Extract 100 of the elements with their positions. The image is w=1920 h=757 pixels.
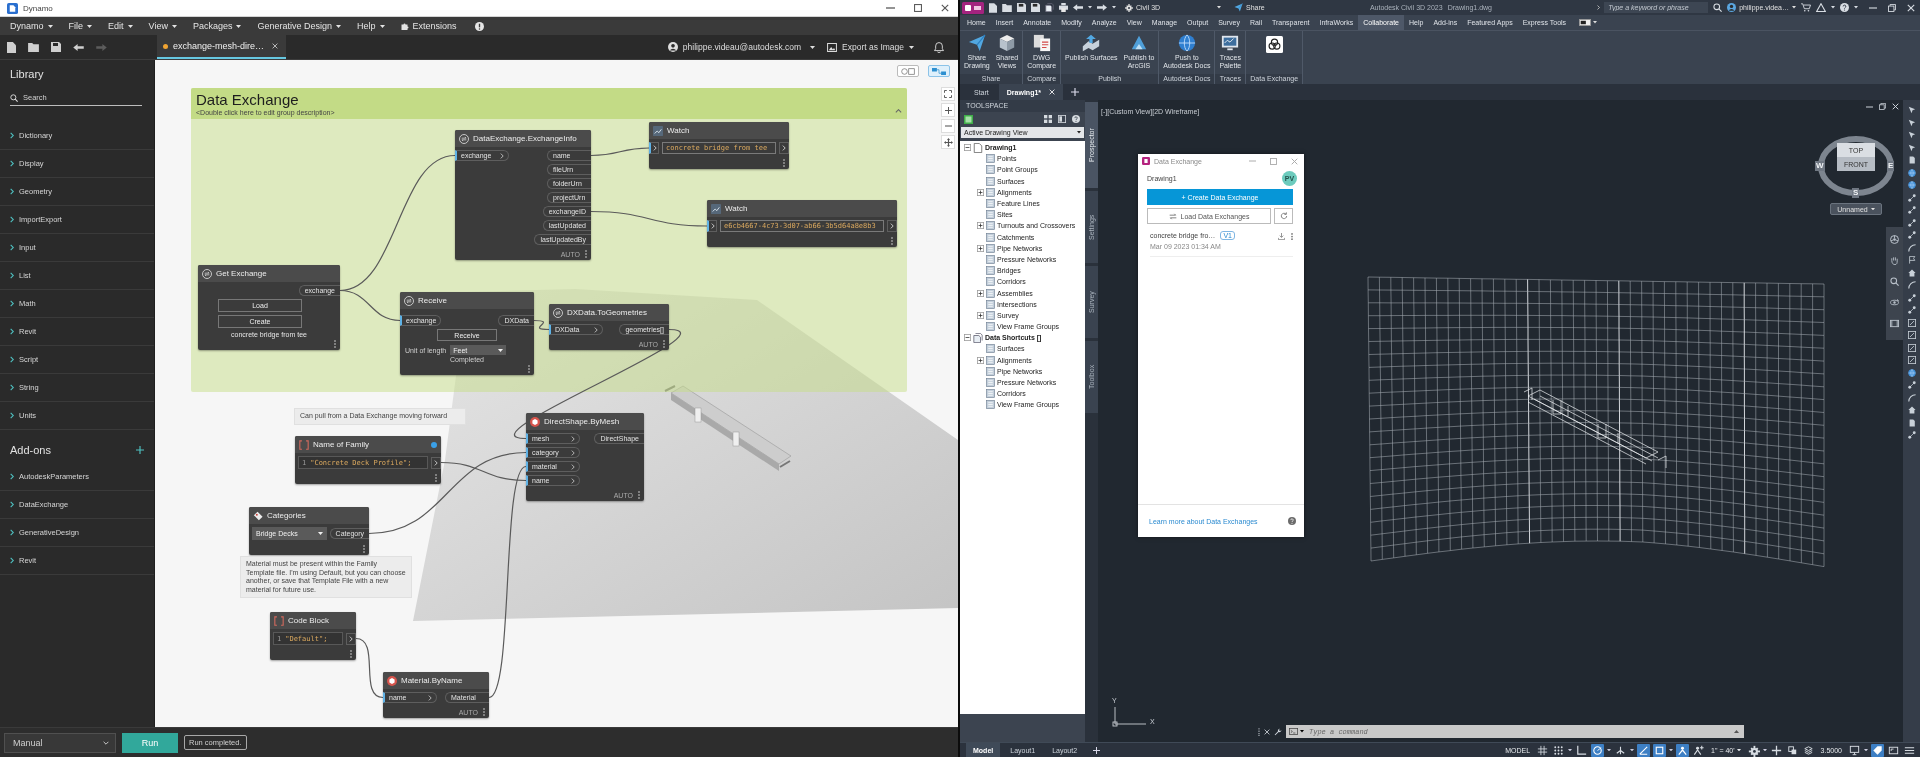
caret-icon[interactable] — [1762, 748, 1767, 752]
restore-icon[interactable] — [1888, 3, 1896, 12]
node-link-icon[interactable] — [1907, 218, 1916, 227]
documents-icon[interactable] — [1045, 3, 1054, 12]
help-icon[interactable] — [1840, 3, 1849, 12]
bell-icon[interactable] — [934, 41, 944, 53]
connector-wire[interactable] — [368, 451, 527, 535]
expand-icon[interactable] — [977, 188, 984, 196]
orbit-icon[interactable] — [1890, 298, 1899, 307]
file-tab[interactable]: exchange-mesh-dire… — [157, 35, 287, 59]
document-icon[interactable] — [1907, 418, 1916, 427]
compass-letter[interactable]: E — [1887, 161, 1895, 171]
tag-icon[interactable] — [1871, 743, 1884, 757]
magnifier-icon[interactable] — [1890, 277, 1899, 286]
panel-icon[interactable] — [1058, 115, 1066, 123]
expand-icon[interactable] — [977, 244, 984, 252]
caret-icon[interactable] — [1593, 21, 1598, 24]
tile-icon[interactable] — [964, 114, 973, 124]
search-icon[interactable] — [1713, 3, 1723, 12]
refresh-button[interactable] — [1274, 208, 1293, 224]
dots-icon[interactable] — [1552, 743, 1566, 757]
expand-icon[interactable] — [977, 289, 984, 297]
wrench-icon[interactable] — [1274, 727, 1282, 736]
save-icon[interactable] — [1031, 3, 1040, 12]
node-link-icon[interactable] — [1907, 381, 1916, 389]
printer-icon[interactable] — [1059, 3, 1068, 12]
connector-wire[interactable] — [339, 289, 401, 322]
geometry-view-button[interactable] — [897, 65, 919, 77]
maximize-icon[interactable] — [914, 4, 922, 12]
connector-wire[interactable] — [533, 319, 550, 331]
redo-icon[interactable] — [1097, 4, 1107, 11]
caret-icon[interactable] — [1112, 6, 1116, 9]
hand-icon[interactable] — [1890, 256, 1899, 265]
zoom-in-button[interactable] — [941, 103, 955, 117]
tiles-icon[interactable] — [1044, 115, 1052, 123]
save-icon[interactable] — [51, 42, 61, 52]
collapse-icon[interactable] — [964, 144, 971, 152]
node-link-icon[interactable] — [1907, 306, 1916, 314]
square-icon[interactable] — [1907, 356, 1916, 364]
save-icon[interactable] — [1017, 3, 1026, 12]
node-link-icon[interactable] — [1907, 206, 1916, 214]
close-icon[interactable] — [941, 4, 949, 12]
output-port[interactable] — [779, 142, 789, 154]
caret-icon[interactable] — [1607, 748, 1612, 752]
info-icon[interactable] — [474, 21, 484, 31]
figure-icon[interactable] — [1676, 743, 1690, 757]
caret-icon[interactable] — [1831, 6, 1835, 9]
square-icon[interactable] — [1653, 743, 1667, 757]
monitor-icon[interactable] — [1848, 743, 1861, 757]
connector-wire[interactable] — [590, 147, 650, 157]
undo-icon[interactable] — [73, 43, 84, 51]
layers-icon[interactable] — [1801, 743, 1815, 757]
menu-item[interactable]: Edit — [100, 17, 141, 35]
help-icon[interactable] — [1072, 115, 1080, 123]
run-mode-dropdown[interactable]: Manual — [4, 732, 116, 753]
menu-item[interactable]: Dynamo — [2, 17, 61, 35]
plus-icon[interactable] — [1769, 743, 1783, 757]
caret-icon[interactable] — [1854, 6, 1858, 9]
output-port[interactable] — [431, 456, 441, 469]
output-port[interactable] — [346, 632, 356, 645]
input-port[interactable] — [649, 142, 659, 154]
compass-letter[interactable]: S — [1852, 188, 1860, 198]
document-icon[interactable] — [1907, 156, 1916, 164]
app-menu-button[interactable] — [962, 1, 984, 14]
caret-icon[interactable] — [1630, 748, 1635, 752]
help-icon[interactable] — [1288, 517, 1296, 525]
caret-icon[interactable] — [1088, 6, 1092, 9]
flag-icon[interactable] — [1907, 256, 1916, 264]
grid-icon[interactable] — [1536, 743, 1550, 757]
menu-item[interactable]: Help — [349, 17, 393, 35]
house-icon[interactable] — [1907, 406, 1916, 414]
connector-wire[interactable] — [355, 637, 384, 699]
collapse-icon[interactable] — [964, 334, 971, 342]
square-icon[interactable] — [1907, 318, 1916, 327]
menu-item[interactable]: File — [60, 17, 101, 35]
angle-icon[interactable] — [1637, 743, 1651, 757]
prompt-button[interactable] — [1286, 725, 1306, 738]
caret-icon[interactable] — [1864, 748, 1868, 752]
connector-wire[interactable] — [590, 210, 708, 227]
node-link-icon[interactable] — [1907, 293, 1916, 302]
curve-icon[interactable] — [1907, 243, 1916, 252]
input-port[interactable] — [707, 220, 717, 232]
add-icon[interactable] — [136, 445, 144, 454]
graph-view-button[interactable] — [928, 65, 950, 77]
caret-icon[interactable] — [1568, 748, 1573, 752]
undo-icon[interactable] — [1073, 4, 1083, 11]
triangle-icon[interactable] — [1816, 3, 1826, 12]
menu-item[interactable]: Generative Design — [249, 17, 349, 35]
figure-plus-icon[interactable] — [1692, 743, 1706, 757]
group-title[interactable]: Data Exchange — [196, 91, 299, 108]
steering-wheel-icon[interactable] — [1890, 235, 1899, 244]
account-button[interactable]: philippe.videau@autodesk.com — [661, 35, 822, 59]
curve-icon[interactable] — [1907, 393, 1916, 402]
square-icon[interactable] — [1907, 343, 1916, 352]
fit-view-button[interactable] — [941, 87, 955, 101]
expand-icon[interactable] — [977, 222, 984, 230]
caret-icon[interactable] — [1669, 748, 1674, 752]
pan-button[interactable] — [941, 135, 955, 149]
expand-icon[interactable] — [977, 311, 984, 319]
overlapping-squares-icon[interactable] — [1785, 743, 1799, 757]
